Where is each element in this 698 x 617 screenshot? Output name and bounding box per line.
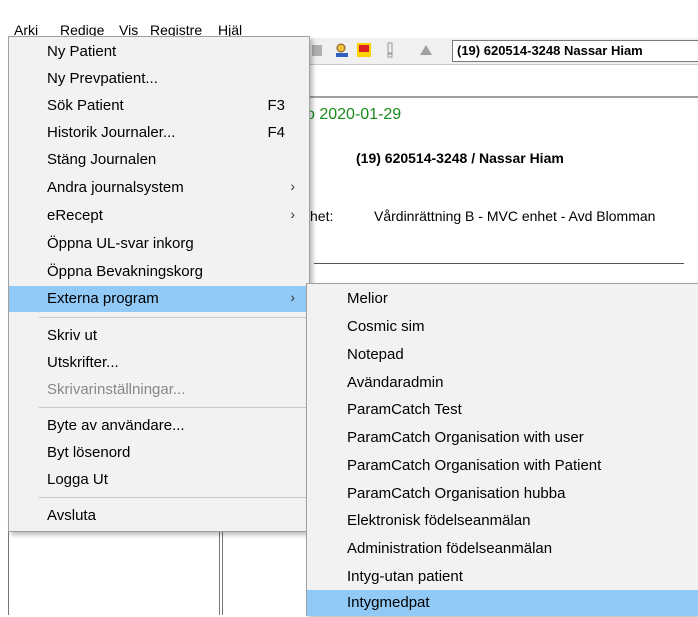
submenu-item-elektronisk-fodelseanmalan[interactable]: Elektronisk födelseanmälan bbox=[307, 508, 698, 534]
menu-item-label: Byt lösenord bbox=[47, 444, 131, 461]
menu-item-historik-journaler[interactable]: Historik Journaler... F4 bbox=[9, 120, 309, 146]
menu-item-byt-losenord[interactable]: Byt lösenord bbox=[9, 440, 309, 466]
menu-item-label: Ny Patient bbox=[47, 43, 117, 60]
menu-item-label: Intygmedpat bbox=[347, 594, 430, 611]
menu-item-label: Ny Prevpatient... bbox=[47, 70, 158, 87]
divider bbox=[314, 263, 684, 264]
menubar: Arki Redige Vis Registre Hjäl bbox=[0, 0, 698, 38]
menu-item-label: Andra journalsystem bbox=[47, 179, 184, 196]
menu-item-label: Stäng Journalen bbox=[47, 151, 157, 168]
menu-item-label: Logga Ut bbox=[47, 471, 108, 488]
submenu-item-paramcatch-test[interactable]: ParamCatch Test bbox=[307, 397, 698, 423]
submenu-item-paramcatch-org-patient[interactable]: ParamCatch Organisation with Patient bbox=[307, 453, 698, 479]
menu-item-label: Externa program bbox=[47, 290, 159, 307]
menu-item-ny-patient[interactable]: Ny Patient bbox=[9, 39, 309, 65]
shortcut-label: F4 bbox=[267, 124, 285, 141]
menu-item-erecept[interactable]: eRecept › bbox=[9, 203, 309, 229]
menu-item-label: eRecept bbox=[47, 207, 103, 224]
menu-item-label: Öppna UL-svar inkorg bbox=[47, 235, 194, 252]
menu-item-label: Melior bbox=[347, 290, 388, 307]
menu-item-oppna-bevakningskorg[interactable]: Öppna Bevakningskorg bbox=[9, 259, 309, 285]
submenu-item-paramcatch-org-user[interactable]: ParamCatch Organisation with user bbox=[307, 425, 698, 451]
menu-item-label: Skriv ut bbox=[47, 327, 98, 344]
user-search-icon[interactable] bbox=[334, 42, 350, 58]
externa-program-submenu: Melior Cosmic sim Notepad Avändaradmin P… bbox=[306, 283, 698, 616]
menu-item-logga-ut[interactable]: Logga Ut bbox=[9, 467, 309, 493]
submenu-item-paramcatch-org-hubba[interactable]: ParamCatch Organisation hubba bbox=[307, 481, 698, 507]
unit-value: Vårdinrättning B - MVC enhet - Avd Blomm… bbox=[374, 208, 656, 224]
menu-item-oppna-ul-svar[interactable]: Öppna UL-svar inkorg bbox=[9, 231, 309, 257]
patient-heading: (19) 620514-3248 / Nassar Hiam bbox=[356, 150, 564, 166]
toolbar-tool-icon[interactable] bbox=[310, 42, 326, 58]
menu-item-label: Utskrifter... bbox=[47, 354, 119, 371]
menu-item-label: Cosmic sim bbox=[347, 318, 425, 335]
journal-date: o 2020-01-29 bbox=[306, 106, 402, 123]
menu-item-ny-prevpatient[interactable]: Ny Prevpatient... bbox=[9, 66, 309, 92]
submenu-item-cosmic-sim[interactable]: Cosmic sim bbox=[307, 314, 698, 340]
menu-separator bbox=[39, 407, 307, 408]
menu-item-utskrifter[interactable]: Utskrifter... bbox=[9, 350, 309, 376]
menu-separator bbox=[39, 497, 307, 498]
menu-separator bbox=[39, 317, 307, 318]
menu-item-label: Öppna Bevakningskorg bbox=[47, 263, 203, 280]
menu-item-label: Intyg-utan patient bbox=[347, 568, 463, 585]
submenu-item-intygmedpat[interactable]: Intygmedpat bbox=[307, 590, 698, 616]
menu-item-label: ParamCatch Organisation hubba bbox=[347, 485, 566, 502]
menu-item-label: Administration födelseanmälan bbox=[347, 540, 553, 557]
menu-item-andra-journalsystem[interactable]: Andra journalsystem › bbox=[9, 175, 309, 201]
submenu-item-notepad[interactable]: Notepad bbox=[307, 342, 698, 368]
submenu-item-melior[interactable]: Melior bbox=[307, 286, 698, 312]
menu-item-label: ParamCatch Organisation with Patient bbox=[347, 457, 602, 474]
menu-item-skriv-ut[interactable]: Skriv ut bbox=[9, 323, 309, 349]
shortcut-label: F3 bbox=[267, 97, 285, 114]
file-menu: Ny Patient Ny Prevpatient... Sök Patient… bbox=[8, 36, 310, 532]
menu-item-label: Skrivarinställningar... bbox=[47, 381, 186, 398]
exclamation-icon[interactable] bbox=[382, 42, 398, 58]
menu-item-sok-patient[interactable]: Sök Patient F3 bbox=[9, 93, 309, 119]
submenu-item-administration-fodelseanmalan[interactable]: Administration födelseanmälan bbox=[307, 536, 698, 562]
menu-item-label: Notepad bbox=[347, 346, 404, 363]
middle-pane bbox=[222, 530, 301, 615]
menu-item-label: Historik Journaler... bbox=[47, 124, 176, 141]
menu-item-label: Avändaradmin bbox=[347, 374, 444, 391]
submenu-item-anvandaradmin[interactable]: Avändaradmin bbox=[307, 370, 698, 396]
patient-selector[interactable]: (19) 620514-3248 Nassar Hiam bbox=[452, 40, 698, 62]
unit-label: het: bbox=[310, 208, 334, 224]
flag-icon[interactable] bbox=[356, 42, 372, 58]
left-pane bbox=[8, 530, 220, 615]
triangle-up-icon[interactable] bbox=[418, 42, 434, 58]
submenu-arrow-icon: › bbox=[290, 289, 295, 305]
menu-item-avsluta[interactable]: Avsluta bbox=[9, 503, 309, 529]
menu-item-skrivarinstallningar: Skrivarinställningar... bbox=[9, 377, 309, 403]
menu-item-byte-av-anvandare[interactable]: Byte av användare... bbox=[9, 413, 309, 439]
menu-item-label: Elektronisk födelseanmälan bbox=[347, 512, 531, 529]
submenu-item-intyg-utan-patient[interactable]: Intyg-utan patient bbox=[307, 564, 698, 590]
menu-item-label: ParamCatch Test bbox=[347, 401, 462, 418]
menu-item-label: Avsluta bbox=[47, 507, 96, 524]
menu-item-label: Sök Patient bbox=[47, 97, 124, 114]
menu-item-stang-journalen[interactable]: Stäng Journalen bbox=[9, 147, 309, 173]
submenu-arrow-icon: › bbox=[290, 178, 295, 194]
submenu-arrow-icon: › bbox=[290, 206, 295, 222]
menu-item-externa-program[interactable]: Externa program › bbox=[9, 286, 309, 312]
menu-item-label: Byte av användare... bbox=[47, 417, 185, 434]
toolbar: (19) 620514-3248 Nassar Hiam bbox=[300, 38, 698, 65]
menu-item-label: ParamCatch Organisation with user bbox=[347, 429, 584, 446]
